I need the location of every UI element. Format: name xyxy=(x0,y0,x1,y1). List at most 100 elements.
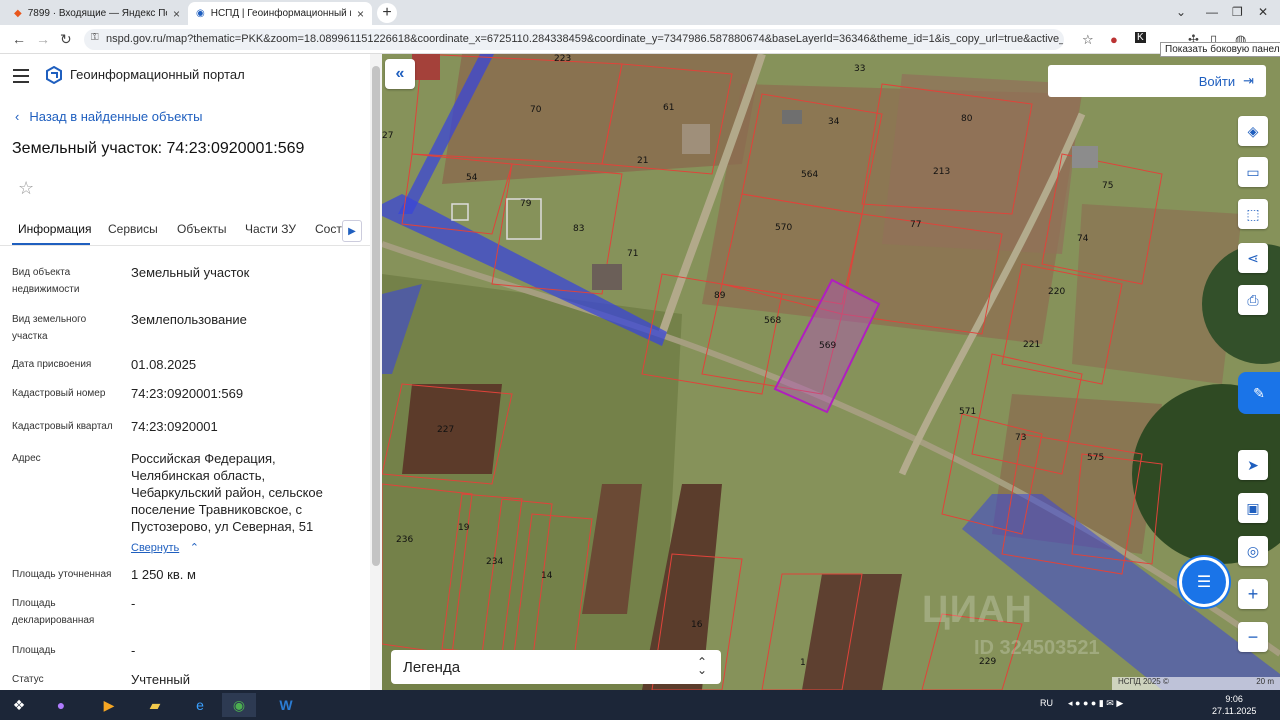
map-imagery xyxy=(382,54,1280,690)
tab-objects[interactable]: Объекты xyxy=(177,222,227,236)
field-value: 74:23:0920001:569 xyxy=(131,386,244,401)
clock-date: 27.11.2025 xyxy=(1212,706,1257,716)
parcel-label-selected: 569 xyxy=(819,341,837,351)
field-key: Дата присвоения xyxy=(12,359,92,370)
picture-in-picture-icon[interactable]: ▣ xyxy=(1238,493,1268,523)
login-button[interactable]: Войти ⇥ xyxy=(1048,65,1266,97)
collapse-label: Свернуть xyxy=(131,542,180,554)
scrollbar-thumb[interactable] xyxy=(372,66,380,566)
clock[interactable]: 9:06 27.11.2025 xyxy=(1212,693,1256,717)
back-arrow-icon[interactable]: ← xyxy=(12,31,26,47)
portal-title: Геоинформационный портал xyxy=(70,67,245,82)
back-link[interactable]: ‹ Назад в найденные объекты xyxy=(15,109,202,124)
start-icon[interactable]: ❖ xyxy=(2,693,36,717)
field-value: 01.08.2025 xyxy=(131,357,197,372)
maximize-icon[interactable]: ❐ xyxy=(1232,5,1243,19)
internet-explorer-icon[interactable]: e xyxy=(183,693,217,717)
clock-time: 9:06 xyxy=(1225,694,1243,704)
windows-taskbar: ❖ ● ▶ ▰ e ◉ W RU ◂ ● ● ● ▮ ✉ ▶ 9:06 27.1… xyxy=(0,690,1280,720)
parcel-label: 54 xyxy=(466,173,478,183)
minimize-icon[interactable]: — xyxy=(1206,5,1218,19)
zoom-out-button[interactable]: − xyxy=(1238,622,1268,652)
collapse-link[interactable]: Свернуть ⌃ xyxy=(131,538,199,556)
field-key: Вид объекта недвижимости xyxy=(12,267,80,295)
field-value: 74:23:0920001 xyxy=(131,419,218,434)
zoom-in-button[interactable]: + xyxy=(1238,579,1268,609)
parcel-label: 220 xyxy=(1048,287,1066,297)
chevron-up-icon: ⌃ xyxy=(189,542,199,554)
chrome-icon[interactable]: ◉ xyxy=(222,693,256,717)
close-window-icon[interactable]: ✕ xyxy=(1258,5,1268,19)
share-icon[interactable]: ⋖ xyxy=(1238,243,1268,273)
panel-scrollbar[interactable] xyxy=(370,54,382,690)
forward-arrow-icon[interactable]: → xyxy=(36,31,50,47)
geolocation-icon[interactable]: ➤ xyxy=(1238,450,1268,480)
chat-icon[interactable]: ☰ xyxy=(1179,557,1229,607)
map-view[interactable]: 223 33 70 61 34 80 27 21 564 213 75 54 7… xyxy=(382,54,1280,690)
chevron-down-icon[interactable]: ⌄ xyxy=(1176,5,1186,19)
tabs-next-button[interactable]: ▶ xyxy=(342,220,362,242)
language-indicator[interactable]: RU xyxy=(1040,698,1053,708)
object-title: Земельный участок: 74:23:0920001:569 xyxy=(12,140,305,157)
parcel-label: 234 xyxy=(486,557,504,567)
nspd-icon: ◉ xyxy=(196,8,205,19)
chevron-left-icon: ‹ xyxy=(15,109,20,124)
layers-icon[interactable]: ◈ xyxy=(1238,116,1268,146)
tab-parts[interactable]: Части ЗУ xyxy=(245,222,296,236)
tab-label: НСПД | Геоинформационный портал xyxy=(210,8,351,19)
menu-icon[interactable] xyxy=(13,69,29,87)
word-icon[interactable]: W xyxy=(269,693,303,717)
reload-icon[interactable]: ↻ xyxy=(60,31,72,48)
legend-dropdown[interactable]: Легенда ⌃ ⌄ xyxy=(391,650,721,684)
tab-mail[interactable]: ◆ 7899 · Входящие — Яндекс Почта × xyxy=(6,2,188,25)
ruler-icon[interactable]: ▭ xyxy=(1238,157,1268,187)
field-value: Российская Федерация, Челябинская област… xyxy=(131,451,323,534)
assistant-icon[interactable]: ✎ xyxy=(1238,372,1280,414)
parcel-label: 27 xyxy=(382,131,394,141)
location-search-icon[interactable]: ◎ xyxy=(1238,536,1268,566)
parcel-label: 570 xyxy=(775,223,793,233)
parcel-label: 74 xyxy=(1077,234,1089,244)
field-value: Землепользование xyxy=(131,312,247,327)
parcel-label: 34 xyxy=(828,117,840,127)
panel-tabs: Информация Сервисы Объекты Части ЗУ Сост… xyxy=(0,218,382,246)
parcel-label: 75 xyxy=(1102,181,1114,191)
tab-info[interactable]: Информация xyxy=(18,222,91,236)
address-bar-row: ← → ↻ ⚿ nspd.gov.ru/map?thematic=PKK&zoo… xyxy=(0,25,1280,54)
field-key: Статус xyxy=(12,674,44,685)
favorite-star-icon[interactable]: ☆ xyxy=(18,178,34,199)
tab-services[interactable]: Сервисы xyxy=(108,222,158,236)
field-value: - xyxy=(131,643,136,658)
watermark-id: ID 324503521 xyxy=(974,637,1100,659)
parcel-label: 223 xyxy=(554,54,572,64)
tab-nspd[interactable]: ◉ НСПД | Геоинформационный портал × xyxy=(188,2,372,25)
file-explorer-icon[interactable]: ▰ xyxy=(138,693,172,717)
print-icon[interactable]: ⎙ xyxy=(1238,285,1268,315)
mail-icon: ◆ xyxy=(14,8,22,19)
media-player-icon[interactable]: ▶ xyxy=(92,693,126,717)
tab-underline xyxy=(12,243,90,245)
extension-icon[interactable]: ● xyxy=(1110,32,1118,47)
parcel-label: 71 xyxy=(627,249,639,259)
parcel-label: 1 xyxy=(800,658,806,668)
parcel-label: 16 xyxy=(691,620,703,630)
assistant-app-icon[interactable]: ● xyxy=(44,693,78,717)
select-area-icon[interactable]: ⬚ xyxy=(1238,199,1268,229)
field-value: Земельный участок xyxy=(131,265,250,280)
new-tab-button[interactable]: + xyxy=(377,3,397,23)
tray-icons[interactable]: ◂ ● ● ● ▮ ✉ ▶ xyxy=(1068,698,1123,709)
close-icon[interactable]: × xyxy=(357,7,364,21)
field-key: Вид земельного участка xyxy=(12,314,87,342)
back-label: Назад в найденные объекты xyxy=(29,109,203,124)
close-icon[interactable]: × xyxy=(173,7,180,21)
field-key: Кадастровый номер xyxy=(12,388,106,399)
collapse-panel-button[interactable]: « xyxy=(385,59,415,89)
k-extension-icon[interactable]: K xyxy=(1135,32,1146,43)
parcel-label: 83 xyxy=(573,224,585,234)
legend-label: Легенда xyxy=(403,658,461,676)
scale-label: 20 m xyxy=(1256,677,1274,686)
star-icon[interactable]: ☆ xyxy=(1082,32,1094,48)
url-field[interactable]: ⚿ nspd.gov.ru/map?thematic=PKK&zoom=18.0… xyxy=(84,29,1064,50)
field-key: Кадастровый квартал xyxy=(12,421,113,432)
field-key: Площадь декларированная xyxy=(12,598,95,626)
